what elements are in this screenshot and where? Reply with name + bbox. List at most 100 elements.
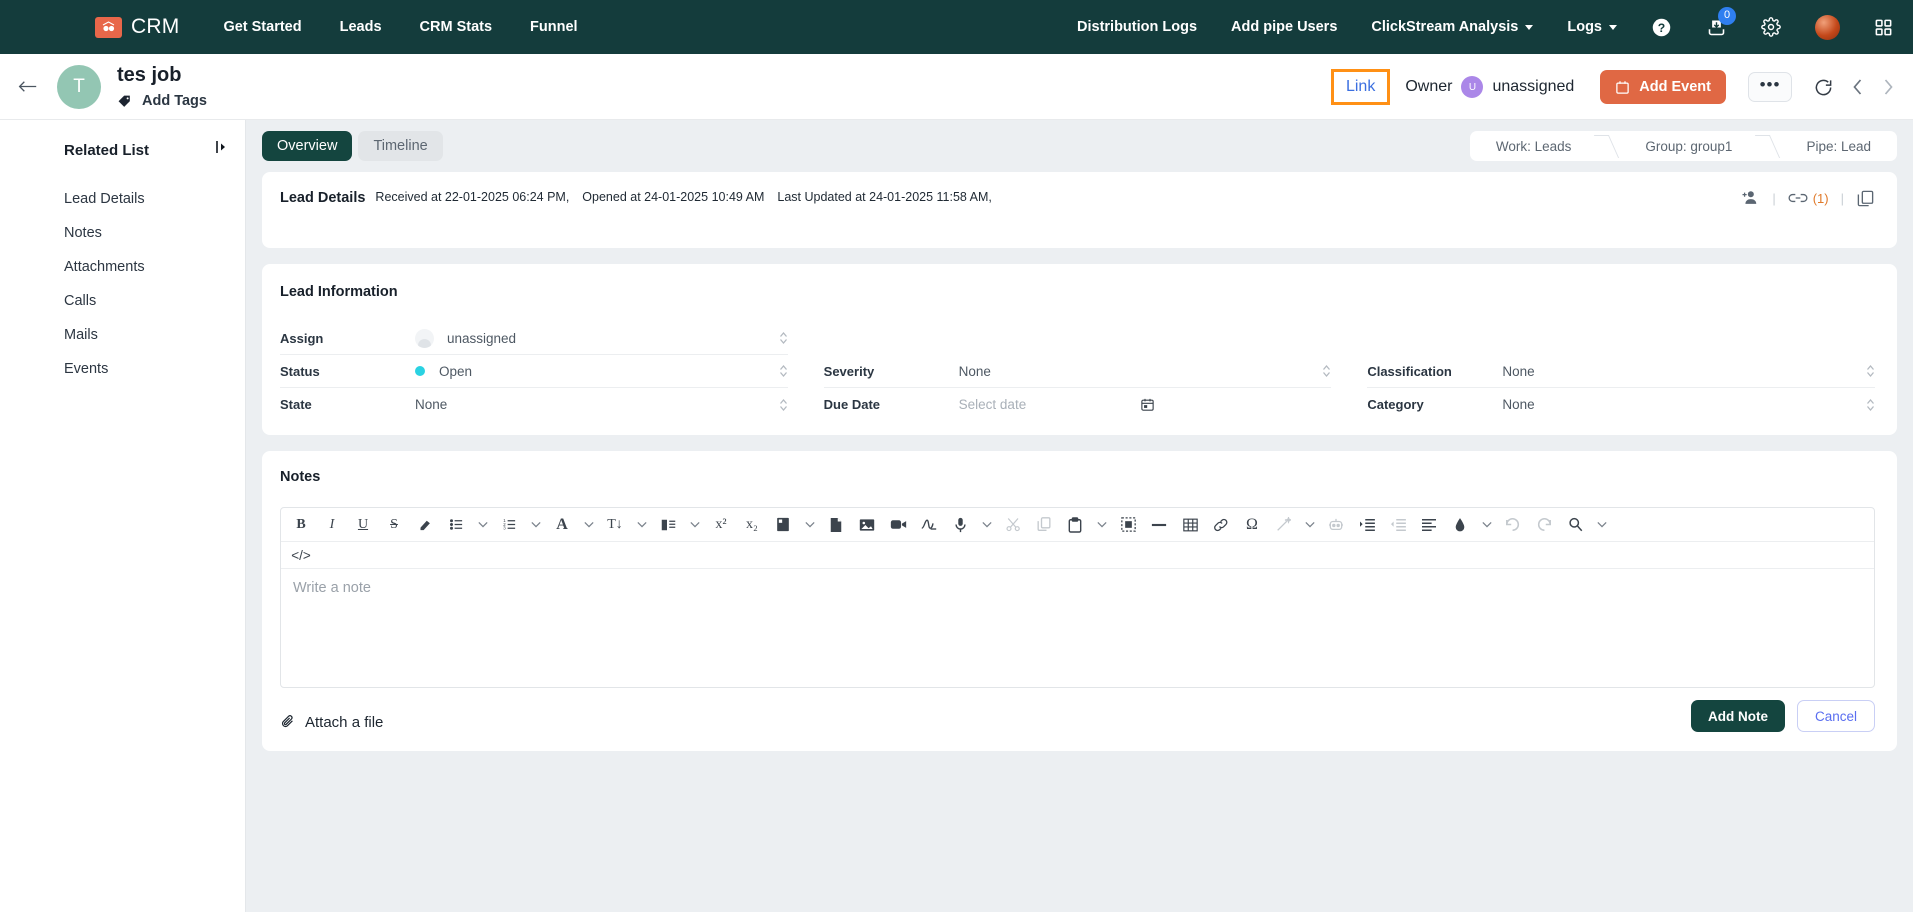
breadcrumb-pipe[interactable]: Pipe: Lead <box>1780 131 1897 161</box>
microphone-icon[interactable] <box>949 513 971 537</box>
tab-timeline[interactable]: Timeline <box>358 131 443 161</box>
add-event-button[interactable]: Add Event <box>1600 70 1726 104</box>
next-record-icon[interactable] <box>1882 78 1895 96</box>
chevron-down-icon[interactable] <box>688 513 701 537</box>
table-icon[interactable] <box>1179 513 1201 537</box>
owner-name[interactable]: unassigned <box>1492 78 1574 96</box>
field-severity[interactable]: Severity None <box>823 355 1332 388</box>
help-icon[interactable]: ? <box>1651 17 1672 38</box>
copy-icon[interactable] <box>1856 189 1875 208</box>
refresh-icon[interactable] <box>1814 78 1833 97</box>
chevron-down-icon[interactable] <box>582 513 595 537</box>
chevron-down-icon[interactable] <box>1303 513 1316 537</box>
page-break-icon[interactable] <box>772 513 794 537</box>
chevron-down-icon[interactable] <box>529 513 542 537</box>
stepper-icon[interactable] <box>1866 398 1875 412</box>
increase-indent-icon[interactable] <box>1356 513 1378 537</box>
signature-icon[interactable] <box>918 513 940 537</box>
superscript-icon[interactable]: x² <box>710 513 732 537</box>
nav-link-leads[interactable]: Leads <box>340 19 382 35</box>
subscript-icon[interactable]: x₂ <box>741 513 763 537</box>
link-chain-icon[interactable] <box>1788 191 1808 205</box>
document-icon[interactable] <box>825 513 847 537</box>
add-tags-button[interactable]: Add Tags <box>142 93 207 109</box>
attach-file-button[interactable]: Attach a file <box>280 714 383 731</box>
sidebar-item-lead-details[interactable]: Lead Details <box>0 182 245 216</box>
chevron-down-icon[interactable] <box>1480 513 1493 537</box>
chevron-down-icon[interactable] <box>1095 513 1108 537</box>
paste-icon[interactable] <box>1064 513 1086 537</box>
underline-icon[interactable]: U <box>352 513 374 537</box>
nav-dropdown-logs[interactable]: Logs <box>1567 19 1617 35</box>
field-assign[interactable]: Assign unassigned <box>280 322 788 355</box>
copy-icon[interactable] <box>1033 513 1055 537</box>
field-status[interactable]: Status Open <box>280 355 788 388</box>
undo-icon[interactable] <box>1502 513 1524 537</box>
sidebar-item-calls[interactable]: Calls <box>0 284 245 318</box>
nav-link-crm-stats[interactable]: CRM Stats <box>420 19 493 35</box>
paragraph-format-icon[interactable] <box>657 513 679 537</box>
source-code-icon[interactable]: </> <box>290 543 312 567</box>
video-icon[interactable] <box>887 513 909 537</box>
numbered-list-icon[interactable]: 123 <box>498 513 520 537</box>
horizontal-rule-icon[interactable] <box>1148 513 1170 537</box>
nav-link-funnel[interactable]: Funnel <box>530 19 578 35</box>
decrease-indent-icon[interactable] <box>1387 513 1409 537</box>
stepper-icon[interactable] <box>1322 364 1331 378</box>
chevron-down-icon[interactable] <box>803 513 816 537</box>
cut-scissors-icon[interactable] <box>1002 513 1024 537</box>
bullet-list-icon[interactable] <box>445 513 467 537</box>
image-icon[interactable] <box>856 513 878 537</box>
breadcrumb-work[interactable]: Work: Leads <box>1470 131 1598 161</box>
tab-overview[interactable]: Overview <box>262 131 353 161</box>
link-button[interactable]: Link <box>1330 69 1391 105</box>
stepper-icon[interactable] <box>779 364 788 378</box>
robot-assistant-icon[interactable] <box>1325 513 1347 537</box>
strikethrough-icon[interactable]: S <box>383 513 405 537</box>
sidebar-item-attachments[interactable]: Attachments <box>0 250 245 284</box>
breadcrumb-group[interactable]: Group: group1 <box>1619 131 1758 161</box>
nav-dropdown-clickstream-analysis[interactable]: ClickStream Analysis <box>1371 19 1534 35</box>
user-avatar[interactable] <box>1815 14 1840 40</box>
field-category[interactable]: Category None <box>1367 388 1875 421</box>
field-classification[interactable]: Classification None <box>1367 355 1875 388</box>
back-arrow-icon[interactable] <box>18 79 37 94</box>
sidebar-item-events[interactable]: Events <box>0 352 245 386</box>
align-left-icon[interactable] <box>1418 513 1440 537</box>
calendar-picker-icon[interactable] <box>1140 397 1155 412</box>
sidebar-item-notes[interactable]: Notes <box>0 216 245 250</box>
search-icon[interactable] <box>1564 513 1586 537</box>
apps-grid-icon[interactable] <box>1874 18 1893 37</box>
add-note-button[interactable]: Add Note <box>1690 700 1785 732</box>
bold-icon[interactable]: B <box>290 513 312 537</box>
redo-icon[interactable] <box>1533 513 1555 537</box>
italic-icon[interactable]: I <box>321 513 343 537</box>
gear-icon[interactable] <box>1761 17 1781 37</box>
field-state[interactable]: State None <box>280 388 788 421</box>
highlighter-icon[interactable] <box>414 513 436 537</box>
text-color-icon[interactable] <box>1449 513 1471 537</box>
font-size-icon[interactable]: T↓ <box>604 513 626 537</box>
chevron-down-icon[interactable] <box>476 513 489 537</box>
sidebar-item-mails[interactable]: Mails <box>0 318 245 352</box>
inbox-download-icon[interactable]: 0 <box>1706 6 1736 38</box>
sidebar-collapse-icon[interactable] <box>216 140 227 154</box>
nav-link-add-pipe-users[interactable]: Add pipe Users <box>1231 19 1337 35</box>
font-family-icon[interactable]: A <box>551 513 573 537</box>
more-options-button[interactable]: ••• <box>1748 72 1792 102</box>
special-character-icon[interactable]: Ω <box>1241 513 1263 537</box>
note-text-area[interactable]: Write a note <box>281 569 1874 687</box>
select-all-icon[interactable] <box>1117 513 1139 537</box>
stepper-icon[interactable] <box>779 331 788 345</box>
add-person-icon[interactable] <box>1740 188 1760 208</box>
stepper-icon[interactable] <box>779 398 788 412</box>
nav-link-distribution-logs[interactable]: Distribution Logs <box>1077 19 1197 35</box>
chevron-down-icon[interactable] <box>980 513 993 537</box>
nav-link-get-started[interactable]: Get Started <box>223 19 301 35</box>
field-due-date[interactable]: Due Date Select date <box>824 388 1332 421</box>
chevron-down-icon[interactable] <box>1595 513 1608 537</box>
stepper-icon[interactable] <box>1866 364 1875 378</box>
ai-magic-icon[interactable] <box>1272 513 1294 537</box>
brand[interactable]: CRM <box>95 15 179 39</box>
chevron-down-icon[interactable] <box>635 513 648 537</box>
